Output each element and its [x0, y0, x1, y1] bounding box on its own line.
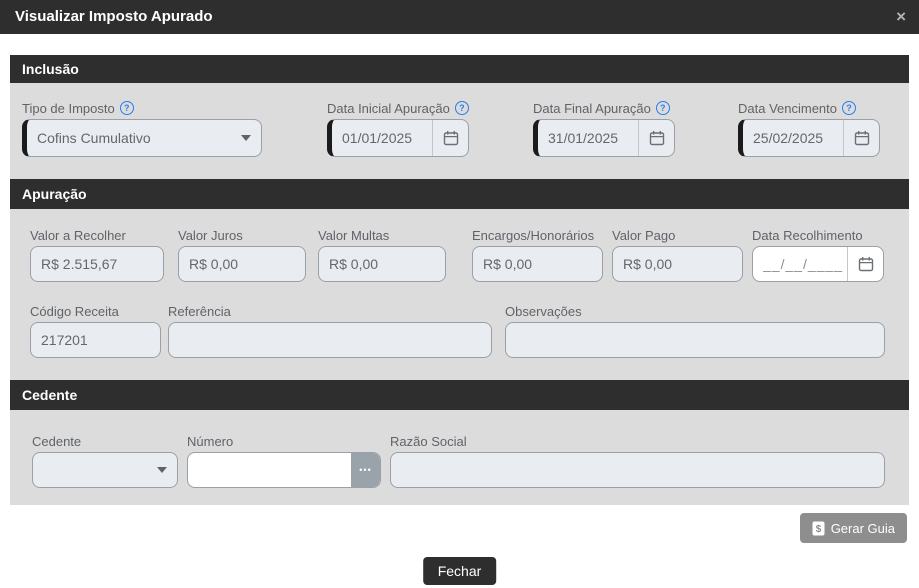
help-icon[interactable]: ? — [842, 101, 857, 115]
gerar-guia-label: Gerar Guia — [830, 520, 895, 536]
valor-multas-label: Valor Multas — [318, 227, 390, 243]
field-valor-a-recolher: Valor a Recolher R$ 2.515,67 — [30, 227, 164, 282]
chevron-down-icon — [157, 467, 167, 473]
section-cedente: Cedente Cedente Número ••• Razão Social — [10, 380, 909, 505]
chevron-down-icon — [241, 135, 251, 141]
field-razao-social: Razão Social — [390, 433, 885, 488]
tipo-imposto-select[interactable]: Cofins Cumulativo — [22, 119, 262, 157]
section-apuracao-title: Apuração — [10, 179, 909, 209]
encargos-honorarios-input[interactable]: R$ 0,00 — [472, 246, 603, 282]
valor-multas-input[interactable]: R$ 0,00 — [318, 246, 446, 282]
money-document-icon: $ — [812, 521, 825, 535]
valor-a-recolher-input[interactable]: R$ 2.515,67 — [30, 246, 164, 282]
help-icon[interactable]: ? — [655, 101, 670, 115]
cedente-label: Cedente — [32, 433, 82, 449]
field-codigo-receita: Código Receita 217201 — [30, 303, 161, 358]
valor-pago-label: Valor Pago — [612, 227, 676, 243]
field-encargos-honorarios: Encargos/Honorários R$ 0,00 — [472, 227, 603, 282]
valor-multas-value: R$ 0,00 — [329, 256, 379, 272]
data-final-calendar-button[interactable] — [638, 120, 674, 156]
data-recolhimento-label: Data Recolhimento — [752, 227, 863, 243]
fechar-button[interactable]: Fechar — [422, 557, 497, 585]
section-inclusao: Inclusão Tipo de Imposto ? Cofins Cumula… — [10, 55, 909, 179]
referencia-input[interactable] — [168, 322, 492, 358]
razao-social-label: Razão Social — [390, 433, 467, 449]
field-valor-multas: Valor Multas R$ 0,00 — [318, 227, 446, 282]
field-data-final-apuracao: Data Final Apuração ? 31/01/2025 — [533, 100, 675, 157]
field-data-vencimento: Data Vencimento ? 25/02/2025 — [738, 100, 880, 157]
referencia-label: Referência — [168, 303, 231, 319]
data-vencimento-label: Data Vencimento — [738, 100, 838, 116]
valor-pago-value: R$ 0,00 — [623, 256, 673, 272]
svg-text:$: $ — [815, 524, 821, 535]
section-apuracao-body: Valor a Recolher R$ 2.515,67 Valor Juros… — [10, 209, 909, 380]
observacoes-label: Observações — [505, 303, 582, 319]
help-icon[interactable]: ? — [454, 101, 469, 115]
field-cedente: Cedente — [32, 433, 178, 488]
section-inclusao-body: Tipo de Imposto ? Cofins Cumulativo Data… — [10, 83, 909, 179]
data-inicial-calendar-button[interactable] — [432, 120, 468, 156]
data-inicial-value: 01/01/2025 — [342, 130, 413, 146]
data-final-label: Data Final Apuração — [533, 100, 651, 116]
gerar-guia-button[interactable]: $ Gerar Guia — [799, 513, 907, 543]
field-valor-pago: Valor Pago R$ 0,00 — [612, 227, 743, 282]
encargos-honorarios-label: Encargos/Honorários — [472, 227, 595, 243]
section-apuracao: Apuração Valor a Recolher R$ 2.515,67 Va… — [10, 179, 909, 380]
observacoes-input[interactable] — [505, 322, 885, 358]
data-recolhimento-value: __/__/____ — [763, 256, 844, 272]
razao-social-input[interactable] — [390, 452, 885, 488]
field-data-inicial-apuracao: Data Inicial Apuração ? 01/01/2025 — [327, 100, 469, 157]
close-icon[interactable]: × — [896, 0, 906, 34]
data-inicial-input[interactable]: 01/01/2025 — [327, 119, 469, 157]
data-vencimento-calendar-button[interactable] — [843, 120, 879, 156]
modal-title: Visualizar Imposto Apurado — [15, 8, 213, 25]
visualizar-imposto-modal: Visualizar Imposto Apurado × Inclusão Ti… — [0, 0, 919, 588]
codigo-receita-input[interactable]: 217201 — [30, 322, 161, 358]
codigo-receita-value: 217201 — [41, 332, 88, 348]
codigo-receita-label: Código Receita — [30, 303, 119, 319]
calendar-icon — [854, 131, 869, 146]
calendar-icon — [858, 257, 873, 272]
valor-a-recolher-label: Valor a Recolher — [30, 227, 126, 243]
field-tipo-de-imposto: Tipo de Imposto ? Cofins Cumulativo — [22, 100, 262, 157]
encargos-honorarios-value: R$ 0,00 — [483, 256, 533, 272]
section-inclusao-title: Inclusão — [10, 55, 909, 83]
data-final-value: 31/01/2025 — [548, 130, 619, 146]
field-observacoes: Observações — [505, 303, 885, 358]
data-recolhimento-input[interactable]: __/__/____ — [752, 246, 884, 282]
section-cedente-title: Cedente — [10, 380, 909, 410]
valor-pago-input[interactable]: R$ 0,00 — [612, 246, 743, 282]
numero-input[interactable]: ••• — [187, 452, 381, 488]
valor-juros-value: R$ 0,00 — [189, 256, 239, 272]
modal-titlebar: Visualizar Imposto Apurado × — [0, 0, 919, 34]
valor-juros-label: Valor Juros — [178, 227, 243, 243]
field-data-recolhimento: Data Recolhimento __/__/____ — [752, 227, 884, 282]
tipo-imposto-label: Tipo de Imposto — [22, 100, 115, 116]
numero-search-button[interactable]: ••• — [351, 453, 380, 487]
data-final-input[interactable]: 31/01/2025 — [533, 119, 675, 157]
numero-label: Número — [187, 433, 234, 449]
calendar-icon — [443, 131, 458, 146]
section-cedente-body: Cedente Número ••• Razão Social — [10, 410, 909, 505]
valor-juros-input[interactable]: R$ 0,00 — [178, 246, 306, 282]
data-vencimento-value: 25/02/2025 — [753, 130, 824, 146]
valor-a-recolher-value: R$ 2.515,67 — [41, 256, 118, 272]
data-vencimento-input[interactable]: 25/02/2025 — [738, 119, 880, 157]
field-referencia: Referência — [168, 303, 492, 358]
field-numero: Número ••• — [187, 433, 381, 488]
tipo-imposto-value: Cofins Cumulativo — [37, 130, 151, 146]
ellipsis-icon: ••• — [359, 465, 372, 475]
cedente-select[interactable] — [32, 452, 178, 488]
data-inicial-label: Data Inicial Apuração — [327, 100, 450, 116]
help-icon[interactable]: ? — [119, 101, 134, 115]
calendar-icon — [649, 131, 664, 146]
data-recolhimento-calendar-button[interactable] — [847, 247, 883, 281]
field-valor-juros: Valor Juros R$ 0,00 — [178, 227, 306, 282]
